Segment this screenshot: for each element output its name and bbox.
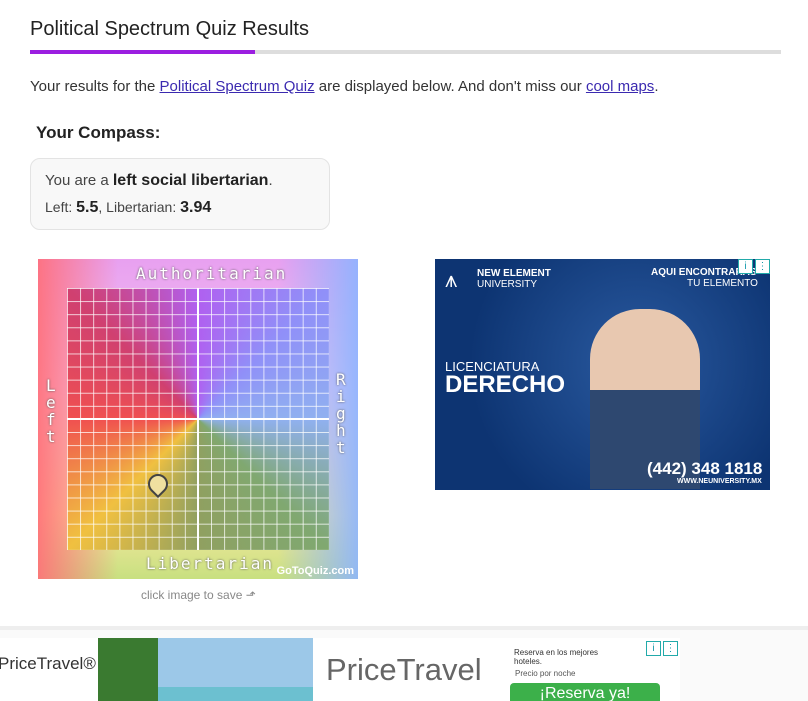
ad-info-icon[interactable]: i	[738, 259, 753, 274]
ad2-brand: PriceTravel	[326, 652, 482, 687]
ad-close-icon[interactable]: ⋮	[755, 259, 770, 274]
ad-brand2: UNIVERSITY	[477, 279, 538, 290]
result-box: You are a left social libertarian. Left:…	[30, 158, 330, 230]
ad-phone: (442) 348 1818	[647, 459, 763, 478]
lib-label: Libertarian:	[106, 199, 181, 215]
intro-after: .	[654, 78, 659, 95]
reserve-button[interactable]: ¡Reserva ya!	[510, 683, 660, 701]
compass-heading: Your Compass:	[36, 123, 161, 142]
ad2-close-icon[interactable]: ⋮	[663, 641, 678, 656]
result-suffix: .	[268, 172, 273, 189]
political-compass-image[interactable]: Authoritarian Libertarian Left Right GoT…	[38, 259, 358, 579]
label-left: Left	[46, 376, 58, 446]
ad-main: DERECHO	[445, 371, 566, 398]
left-value: 5.5	[76, 199, 99, 216]
ad2-line2: Precio por noche	[515, 669, 576, 678]
ad2-logo: PriceTravel®	[0, 654, 96, 673]
result-label: left social libertarian	[112, 172, 269, 189]
beach-photo	[98, 638, 313, 701]
watermark: GoToQuiz.com	[276, 565, 354, 577]
advertisement-university[interactable]: ⩚ NEW ELEMENT UNIVERSITY AQUI ENCONTRARA…	[435, 259, 770, 490]
ad-brand: NEW ELEMENT	[477, 268, 551, 279]
ad-tag2: TU ELEMENTO	[687, 278, 758, 289]
progress-bar	[30, 50, 781, 54]
university-logo-icon: ⩚	[445, 267, 458, 292]
label-right: Right	[336, 370, 348, 457]
result-prefix: You are a	[45, 172, 113, 189]
intro-middle: are displayed below. And don't miss our	[314, 78, 586, 95]
intro-text: Your results for the Political Spectrum …	[30, 78, 658, 95]
left-label: Left:	[45, 199, 77, 215]
lib-value: 3.94	[180, 199, 212, 216]
cool-maps-link[interactable]: cool maps	[586, 78, 654, 95]
ad2-info-icon[interactable]: i	[646, 641, 661, 656]
quiz-link[interactable]: Political Spectrum Quiz	[160, 78, 315, 95]
ad2-line1: Reserva en los mejores hoteles.	[514, 648, 599, 666]
compass-grid	[67, 288, 329, 550]
bottom-ad-bar: PriceTravel® PriceTravel Reserva en los …	[0, 626, 808, 701]
label-authoritarian: Authoritarian	[136, 264, 288, 283]
page-title: Political Spectrum Quiz Results	[30, 18, 309, 40]
save-caption[interactable]: click image to save ⬏	[141, 588, 256, 602]
label-libertarian: Libertarian	[146, 554, 274, 573]
advertisement-pricetravel[interactable]: PriceTravel® PriceTravel Reserva en los …	[0, 638, 680, 701]
ad-url: WWW.NEUNIVERSITY.MX	[677, 478, 762, 485]
intro-before: Your results for the	[30, 78, 160, 95]
sep: ,	[98, 199, 107, 215]
